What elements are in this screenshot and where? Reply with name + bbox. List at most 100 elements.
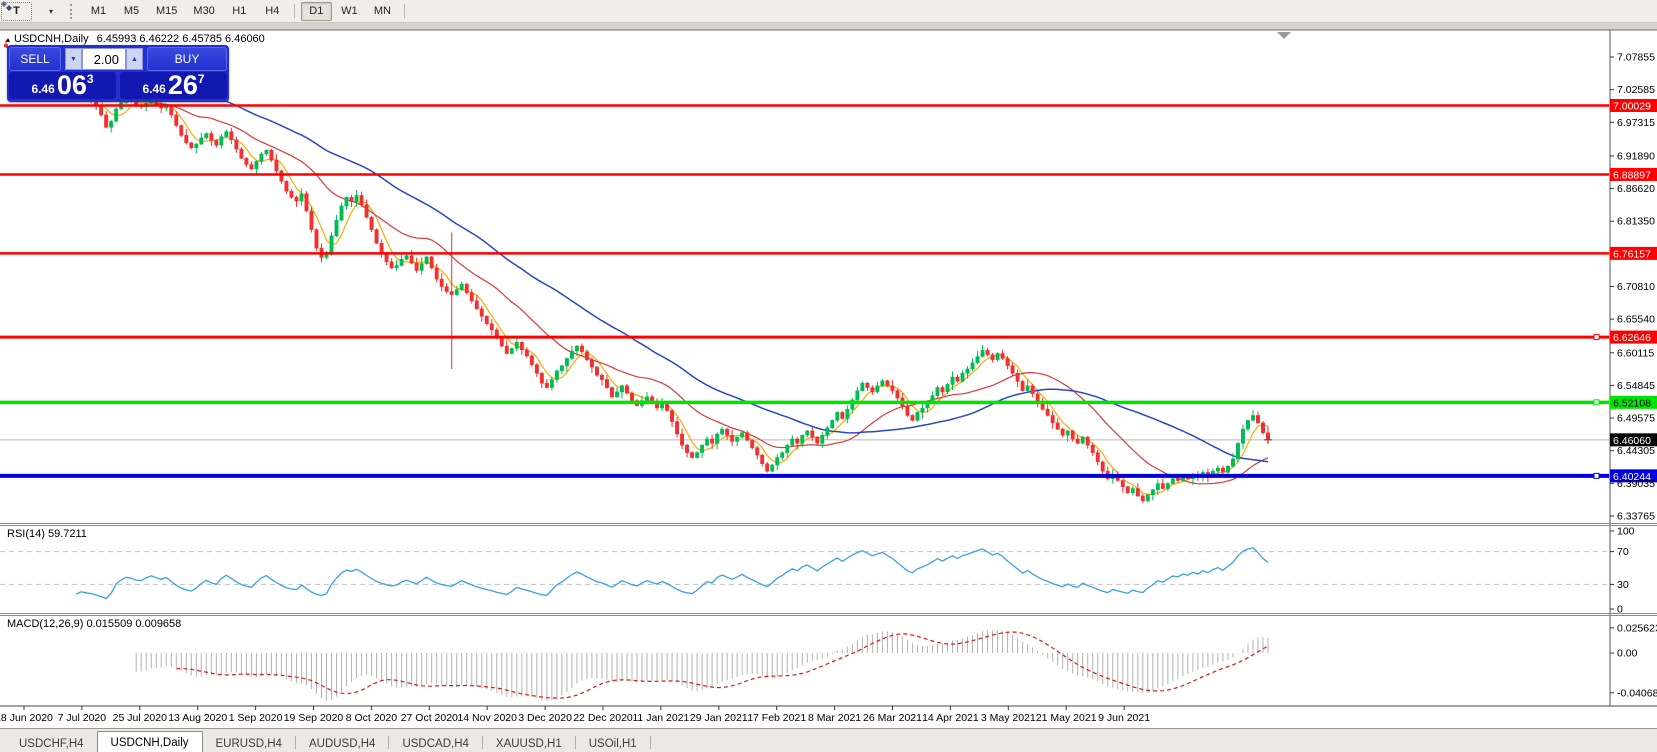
candle-body: [444, 286, 449, 292]
candle-body: [449, 291, 454, 295]
candle-body: [695, 452, 700, 458]
rsi-axis-label: 70: [1617, 546, 1629, 558]
candle-body: [594, 366, 599, 376]
candle-body: [605, 379, 609, 388]
candle-body: [389, 261, 394, 269]
level-6.52108-label: 6.52108: [1613, 397, 1651, 409]
chart-tab-eurusd[interactable]: EURUSD,H4: [203, 734, 295, 752]
candle-body: [519, 342, 524, 351]
candle-body: [820, 434, 825, 444]
candle-body: [835, 412, 840, 421]
candle-body: [985, 350, 990, 355]
candle-body: [740, 432, 745, 438]
candle-body: [1130, 488, 1135, 494]
candle-body: [99, 105, 104, 116]
price-tick-label: 6.60115: [1617, 347, 1654, 359]
candle-body: [690, 452, 695, 458]
candle-body: [174, 114, 179, 126]
candle-body: [680, 433, 685, 446]
candle-body: [725, 428, 730, 436]
chart-symbol-label: USDCNH,Daily: [14, 33, 89, 45]
level-6.62646-label: 6.62646: [1613, 332, 1651, 344]
date-label: 22 Dec 2020: [573, 712, 633, 724]
candle-body: [1135, 488, 1140, 497]
candle-body: [970, 362, 975, 370]
candle-body: [1125, 486, 1130, 494]
hline-handle-6.40244[interactable]: [1593, 472, 1600, 479]
separator-rsi-macd[interactable]: [0, 613, 1657, 614]
candle-body: [219, 136, 224, 146]
chart-tab-usdcad[interactable]: USDCAD,H4: [389, 734, 481, 752]
chart-tab-usoil[interactable]: USOil,H1: [576, 734, 650, 752]
level-6.88897-label: 6.88897: [1613, 169, 1651, 181]
hline-handle-6.52108[interactable]: [1593, 399, 1600, 406]
candle-body: [409, 255, 414, 264]
sell-button[interactable]: SELL: [9, 47, 61, 71]
candle-body: [524, 349, 529, 357]
volume-increase-button[interactable]: ▲: [126, 48, 143, 70]
sell-price-display[interactable]: 6.46 06 3: [9, 72, 116, 99]
candle-body: [249, 164, 254, 170]
buy-button[interactable]: BUY: [147, 47, 227, 71]
candle-body: [399, 259, 404, 266]
candle-body: [439, 278, 444, 287]
candle-body: [935, 387, 940, 396]
candle-body: [1155, 483, 1160, 491]
candle-body: [665, 404, 669, 411]
date-label: 19 Sep 2020: [284, 712, 344, 724]
candle-body: [454, 289, 459, 295]
candle-body: [279, 170, 284, 182]
candle-body: [1025, 385, 1030, 391]
rsi-axis-label: 100: [1617, 526, 1635, 538]
candle-body: [569, 350, 574, 359]
candle-body: [975, 356, 980, 364]
candle-body: [610, 387, 614, 398]
candle-body: [574, 345, 579, 352]
candle-body: [1251, 415, 1255, 421]
collapse-icon[interactable]: ▴: [6, 35, 10, 44]
date-label: 8 Oct 2020: [346, 712, 398, 724]
candle-body: [790, 438, 795, 446]
level-7.00029-label: 7.00029: [1613, 100, 1651, 112]
candle-body: [800, 434, 805, 444]
volume-input[interactable]: 2.00: [82, 48, 126, 70]
candle-body: [905, 405, 910, 416]
candle-body: [1230, 458, 1235, 467]
volume-decrease-button[interactable]: ▼: [65, 48, 82, 70]
candle-body: [189, 142, 194, 149]
candle-body: [224, 131, 229, 137]
candle-body: [735, 436, 740, 442]
candle-body: [584, 351, 589, 360]
chart-tab-audusd[interactable]: AUDUSD,H4: [296, 734, 388, 752]
candle-body: [760, 454, 765, 464]
candle-body: [1035, 393, 1040, 403]
candle-body: [730, 434, 735, 442]
candle-body: [394, 265, 399, 269]
candle-body: [349, 197, 354, 202]
candle-body: [750, 439, 755, 448]
candle-body: [885, 380, 890, 386]
candle-body: [284, 180, 289, 192]
chart-tab-xauusd[interactable]: XAUUSD,H1: [483, 734, 575, 752]
rsi-axis-label: 0: [1617, 604, 1623, 616]
chart-tab-usdchf[interactable]: USDCHF,H4: [6, 734, 97, 752]
candle-body: [920, 407, 925, 413]
candle-body: [464, 283, 469, 294]
price-tick-label: 6.81350: [1617, 216, 1655, 228]
date-label: 1 Sep 2020: [229, 712, 283, 724]
buy-price-display[interactable]: 6.46 26 7: [120, 72, 227, 99]
candle-body: [745, 432, 750, 441]
candle-body: [1080, 436, 1085, 444]
candle-body: [209, 133, 214, 141]
separator-main-rsi[interactable]: [0, 523, 1657, 524]
candle-body: [785, 444, 790, 453]
candle-body: [615, 391, 619, 398]
chart-tab-usdcnh[interactable]: USDCNH,Daily: [96, 731, 203, 752]
candle-body: [294, 197, 299, 202]
candle-body: [1065, 430, 1070, 436]
macd-axis-label: -0.040687: [1617, 687, 1657, 699]
candle-body: [870, 387, 875, 393]
hline-handle-6.62646[interactable]: [1593, 334, 1600, 341]
sell-price-big: 06: [56, 70, 87, 100]
candle-body: [264, 150, 269, 155]
